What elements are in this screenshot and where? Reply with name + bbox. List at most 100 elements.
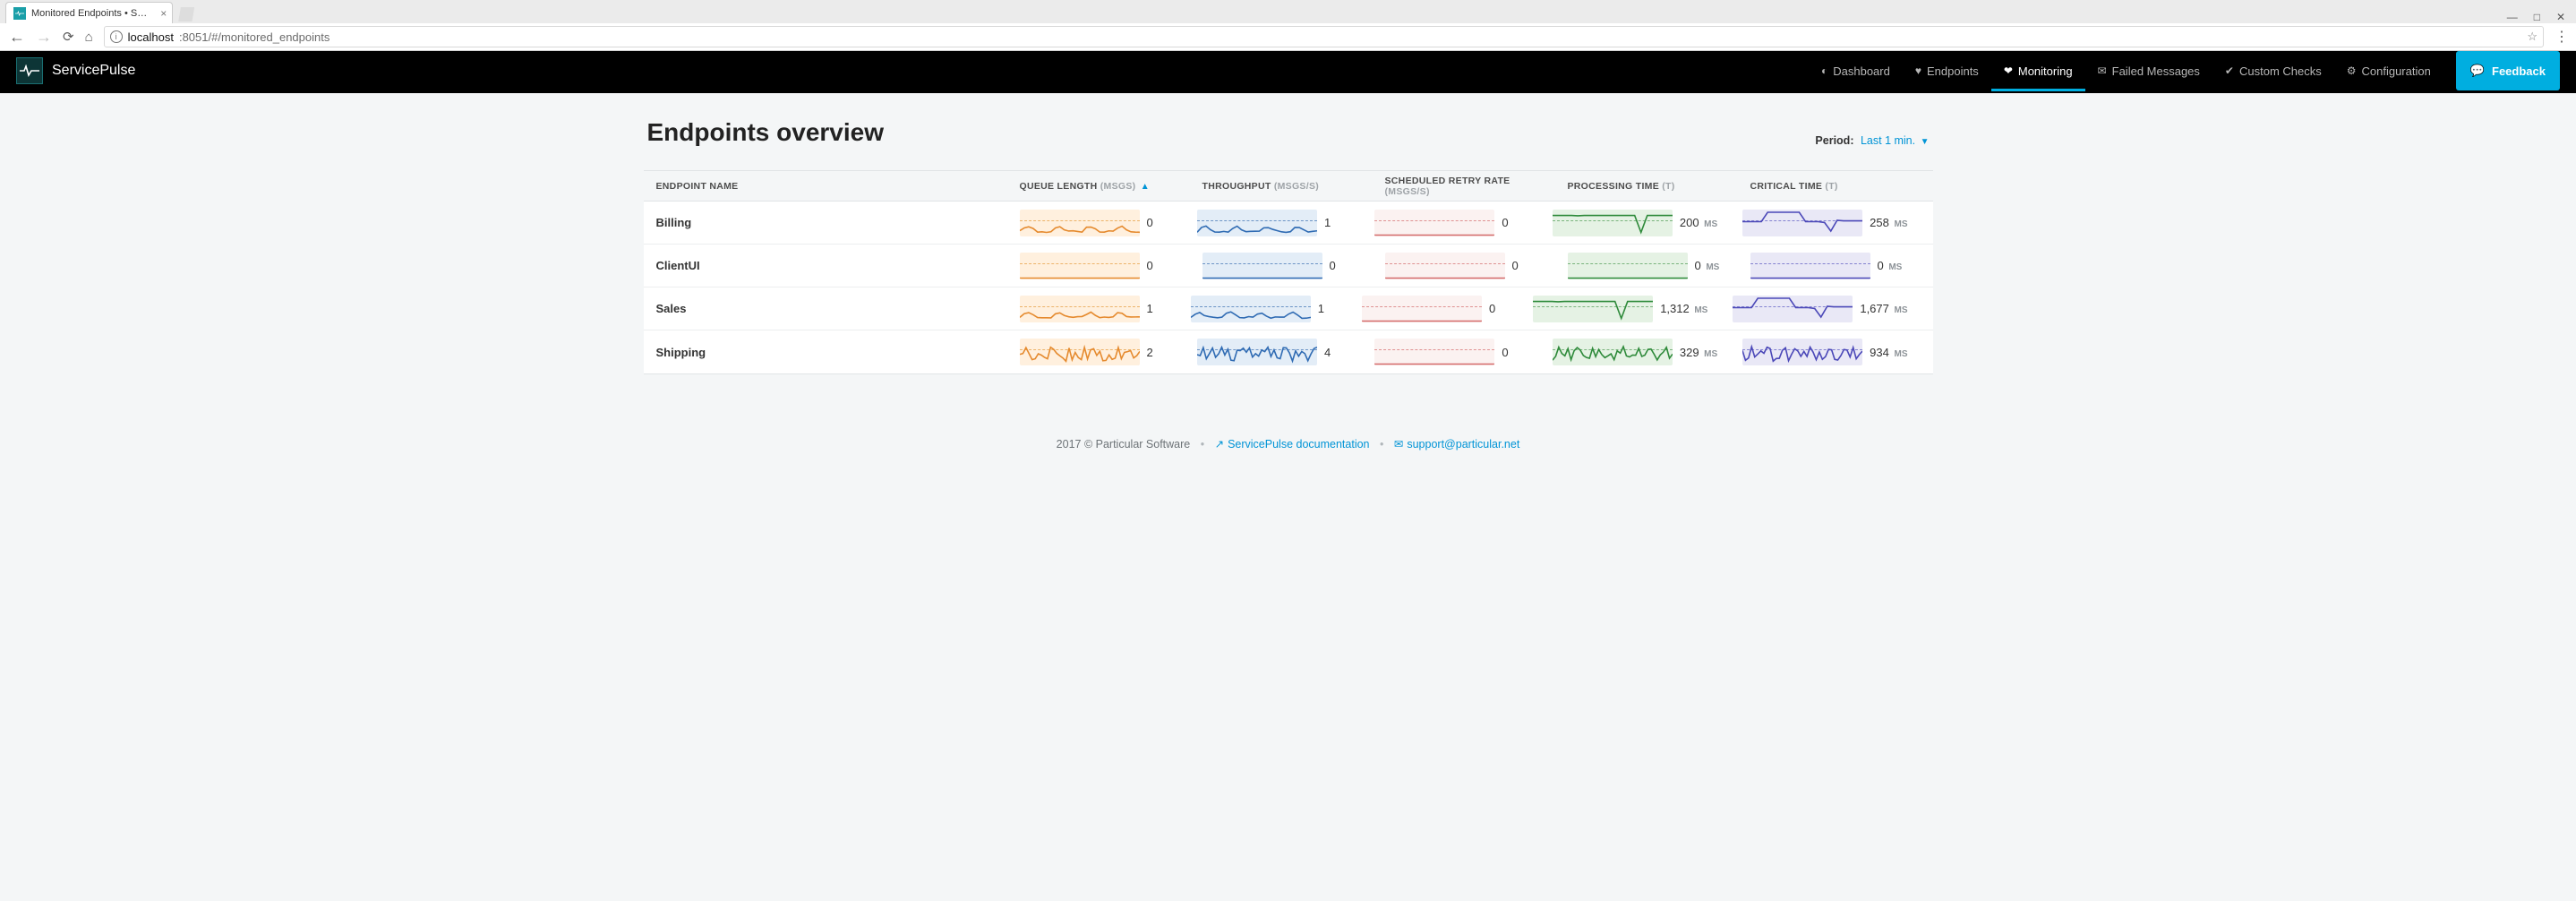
window-close-icon[interactable]: ✕ <box>2556 11 2565 23</box>
col-queue-length[interactable]: QUEUE LENGTH (MSGS) ▲ <box>1020 181 1202 192</box>
page-header: Endpoints overview Period: Last 1 min. ▼ <box>644 118 1933 170</box>
site-info-icon[interactable]: i <box>110 30 123 43</box>
col-critical-time[interactable]: CRITICAL TIME (T) <box>1750 181 1933 192</box>
browser-chrome: Monitored Endpoints • S… × — □ ✕ ← → ⟳ ⌂… <box>0 0 2576 51</box>
footer-support-link[interactable]: ✉support@particular.net <box>1394 438 1519 450</box>
endpoint-name: Shipping <box>644 346 1020 359</box>
window-maximize-icon[interactable]: □ <box>2534 11 2540 23</box>
envelope-icon: ✉ <box>2098 64 2107 77</box>
col-retry-rate[interactable]: SCHEDULED RETRY RATE (MSGS/S) <box>1385 176 1568 197</box>
metric-value: 0 MS <box>1695 259 1720 272</box>
nav-endpoints[interactable]: ♥ Endpoints <box>1903 51 1991 90</box>
sparkline-purple <box>1742 339 1862 365</box>
check-icon: ✔ <box>2225 64 2234 77</box>
metric-value: 1,312 MS <box>1660 302 1707 315</box>
metric-value: 0 <box>1489 302 1495 315</box>
metric-value: 2 <box>1147 346 1153 359</box>
browser-tab[interactable]: Monitored Endpoints • S… × <box>5 2 173 23</box>
nav-label: Configuration <box>2362 64 2431 78</box>
nav-custom-checks[interactable]: ✔ Custom Checks <box>2212 51 2334 90</box>
browser-tab-title: Monitored Endpoints • S… <box>31 8 147 19</box>
sparkline-red <box>1374 339 1494 365</box>
metric-cell-queue: 0 <box>1020 210 1197 236</box>
nav-failed-messages[interactable]: ✉ Failed Messages <box>2085 51 2212 90</box>
sparkline-orange <box>1020 339 1140 365</box>
metric-value: 934 MS <box>1870 346 1907 359</box>
favicon-servicepulse-icon <box>13 7 26 20</box>
metric-cell-proc: 200 MS <box>1553 210 1742 236</box>
nav-label: Monitoring <box>2018 64 2073 78</box>
table-header-row: ENDPOINT NAME QUEUE LENGTH (MSGS) ▲ THRO… <box>644 171 1933 202</box>
metric-cell-crit: 258 MS <box>1742 210 1932 236</box>
metric-value: 0 <box>1147 259 1153 272</box>
metric-value: 1,677 MS <box>1860 302 1907 315</box>
gear-icon: ⚙ <box>2347 64 2357 77</box>
feedback-label: Feedback <box>2492 64 2546 78</box>
forward-button-icon: → <box>36 28 52 47</box>
heartbeat-icon: ❤ <box>2004 64 2013 77</box>
period-value: Last 1 min. <box>1861 134 1915 147</box>
period-selector[interactable]: Period: Last 1 min. ▼ <box>1815 134 1929 147</box>
feedback-button[interactable]: 💬 Feedback <box>2456 51 2560 90</box>
col-endpoint-name[interactable]: ENDPOINT NAME <box>644 181 1020 192</box>
new-tab-button[interactable] <box>178 7 194 21</box>
browser-toolbar: ← → ⟳ ⌂ i localhost :8051/#/monitored_en… <box>0 23 2576 50</box>
browser-menu-icon[interactable]: ⋮ <box>2555 28 2567 46</box>
table-row[interactable]: Billing 0 1 0 200 MS 258 MS <box>644 202 1933 245</box>
table-row[interactable]: Sales 1 1 0 1,312 MS 1,677 MS <box>644 287 1933 330</box>
metric-value: 0 <box>1502 216 1508 229</box>
metric-value: 1 <box>1318 302 1324 315</box>
metric-cell-proc: 329 MS <box>1553 339 1742 365</box>
endpoint-name: Sales <box>644 302 1020 315</box>
nav-configuration[interactable]: ⚙ Configuration <box>2334 51 2443 90</box>
metric-cell-retry: 0 <box>1374 210 1552 236</box>
nav-monitoring[interactable]: ❤ Monitoring <box>1991 51 2085 90</box>
page-footer: 2017 © Particular Software • ↗ServicePul… <box>644 374 1933 450</box>
table-row[interactable]: ClientUI 0 0 0 0 MS 0 MS <box>644 245 1933 287</box>
endpoint-name: ClientUI <box>644 259 1020 272</box>
col-processing-time[interactable]: PROCESSING TIME (T) <box>1568 181 1750 192</box>
col-throughput[interactable]: THROUGHPUT (MSGS/S) <box>1202 181 1385 192</box>
metric-cell-queue: 1 <box>1020 296 1191 322</box>
app-topbar: ServicePulse ◐ Dashboard ♥ Endpoints ❤ M… <box>0 51 2576 90</box>
nav-label: Dashboard <box>1833 64 1890 78</box>
sparkline-blue <box>1197 210 1317 236</box>
metric-value: 1 <box>1147 302 1153 315</box>
url-host: localhost <box>128 30 174 44</box>
page-title: Endpoints overview <box>647 118 885 147</box>
sparkline-orange <box>1020 253 1140 279</box>
address-bar[interactable]: i localhost :8051/#/monitored_endpoints … <box>104 26 2544 47</box>
sparkline-green <box>1553 339 1673 365</box>
nav-label: Custom Checks <box>2239 64 2322 78</box>
sparkline-red <box>1362 296 1482 322</box>
sparkline-orange <box>1020 296 1140 322</box>
close-tab-icon[interactable]: × <box>160 7 167 20</box>
metric-value: 258 MS <box>1870 216 1907 229</box>
sparkline-blue <box>1202 253 1322 279</box>
metric-value: 0 <box>1330 259 1336 272</box>
reload-button-icon[interactable]: ⟳ <box>63 29 74 45</box>
footer-docs-link[interactable]: ↗ServicePulse documentation <box>1215 438 1373 450</box>
back-button-icon[interactable]: ← <box>9 28 25 47</box>
metric-value: 329 MS <box>1680 346 1717 359</box>
sparkline-blue <box>1197 339 1317 365</box>
metric-cell-proc: 0 MS <box>1568 253 1750 279</box>
table-row[interactable]: Shipping 2 4 0 329 MS 934 MS <box>644 330 1933 373</box>
nav-label: Failed Messages <box>2112 64 2200 78</box>
sparkline-red <box>1374 210 1494 236</box>
external-link-icon: ↗ <box>1215 438 1224 450</box>
speech-bubble-icon: 💬 <box>2470 64 2485 78</box>
home-button-icon[interactable]: ⌂ <box>85 30 93 45</box>
brand[interactable]: ServicePulse <box>16 57 135 84</box>
heart-icon: ♥ <box>1915 64 1921 77</box>
metric-value: 200 MS <box>1680 216 1717 229</box>
bookmark-star-icon[interactable]: ☆ <box>2527 30 2537 44</box>
nav-dashboard[interactable]: ◐ Dashboard <box>1809 51 1903 90</box>
sparkline-purple <box>1742 210 1862 236</box>
metric-cell-crit: 934 MS <box>1742 339 1932 365</box>
nav-label: Endpoints <box>1927 64 1979 78</box>
servicepulse-logo-icon <box>16 57 43 84</box>
window-minimize-icon[interactable]: — <box>2507 11 2518 23</box>
browser-tabbar: Monitored Endpoints • S… × — □ ✕ <box>0 0 2576 23</box>
sparkline-green <box>1533 296 1653 322</box>
